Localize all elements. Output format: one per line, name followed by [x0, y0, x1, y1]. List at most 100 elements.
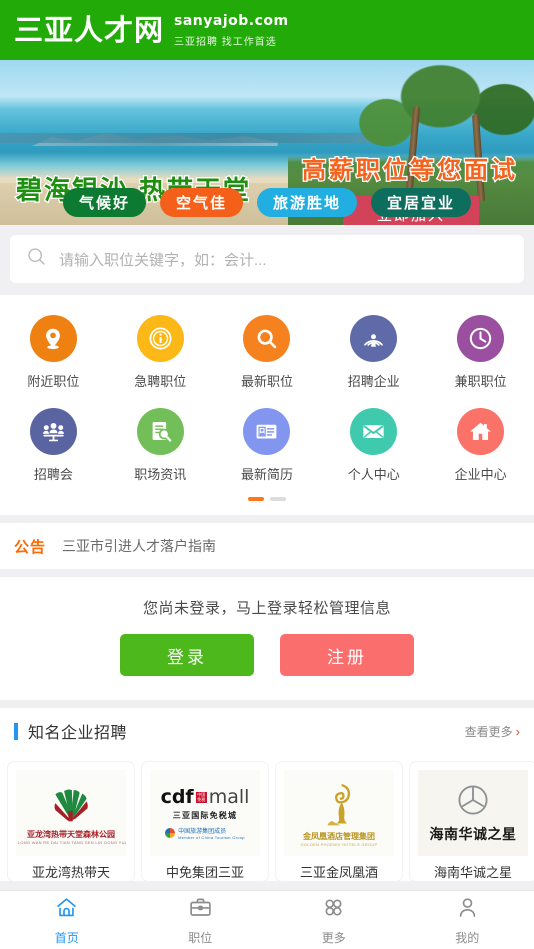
grid-item-label: 招聘企业 [347, 374, 400, 389]
search-section: 请输入职位关键字，如：会计... [0, 225, 534, 295]
pagination-dot-active[interactable] [248, 497, 264, 501]
briefcase-icon [188, 895, 213, 925]
grid-item-urgent-jobs[interactable]: 急聘职位 [107, 307, 214, 400]
cdf-mall-logo: cdf 中国 免税 mall [160, 786, 250, 808]
company-logo: cdf 中国 免税 mall 三亚国际免税城 中国旅游集团成员 Member of… [150, 770, 260, 856]
grid-item-newest-jobs[interactable]: 最新职位 [214, 307, 321, 400]
brand-name-cn: 三亚人才网 [14, 12, 165, 47]
brand-meta: sanyajob.com 三亚招聘 找工作首选 [174, 12, 289, 47]
section-accent-bar [14, 722, 18, 740]
grid-item-label: 个人中心 [347, 467, 400, 482]
person-icon [455, 895, 480, 925]
tab-label: 职位 [188, 930, 213, 945]
banner-headline-right: 高薪职位等您面试 [301, 155, 518, 186]
grid-item-nearby-jobs[interactable]: 附近职位 [0, 307, 107, 400]
banner-tag[interactable]: 旅游胜地 [257, 188, 358, 217]
home-icon [54, 895, 79, 925]
login-hint-text: 您尚未登录，马上登录轻松管理信息 [142, 600, 391, 617]
company-name: 中免集团三亚 [165, 865, 244, 880]
company-card[interactable]: cdf 中国 免税 mall 三亚国际免税城 中国旅游集团成员 Member of… [142, 762, 268, 881]
grid-item-parttime-jobs[interactable]: 兼职职位 [427, 307, 534, 400]
view-more-label: 查看更多 [464, 724, 513, 739]
mercedes-star-logo [458, 784, 488, 815]
company-name: 亚龙湾热带天 [31, 865, 110, 880]
login-panel: 您尚未登录，马上登录轻松管理信息 登录 注册 [0, 577, 534, 700]
info-circle-icon [136, 315, 184, 362]
people-group-icon [29, 408, 77, 455]
fan-leaf-logo [54, 788, 88, 821]
banner-tag-row: 气候好 空气佳 旅游胜地 宜居宜业 [0, 188, 534, 217]
grid-item-hiring-companies[interactable]: 招聘企业 [320, 307, 427, 400]
search-icon [26, 246, 47, 272]
search-box[interactable]: 请输入职位关键字，如：会计... [10, 235, 524, 283]
grid-item-label: 最新职位 [240, 374, 293, 389]
tab-jobs[interactable]: 职位 [134, 895, 268, 946]
hero-banner[interactable]: 碧海银沙 热带天堂 高薪职位等您面试 立即加入 气候好 空气佳 旅游胜地 宜居宜… [0, 60, 534, 225]
location-pin-icon [29, 315, 77, 362]
brand-tagline: 三亚招聘 找工作首选 [174, 36, 277, 48]
login-button[interactable]: 登录 [120, 634, 254, 676]
logo-subcaption: GOLDEN PHOENIX HOTELS GROUP [300, 841, 378, 847]
section-title: 知名企业招聘 [28, 725, 128, 742]
grid-item-label: 附近职位 [27, 374, 80, 389]
tab-mine[interactable]: 我的 [401, 895, 534, 946]
tab-label: 我的 [455, 930, 480, 945]
company-name: 海南华诚之星 [433, 865, 512, 880]
logo-subcaption: Member of China Tourism Group [178, 835, 245, 840]
ctg-flower-icon [165, 828, 176, 838]
grid-item-career-news[interactable]: 职场资讯 [107, 400, 214, 493]
announcement-text[interactable]: 三亚市引进人才落户指南 [62, 536, 216, 556]
app-header: 三亚人才网 sanyajob.com 三亚招聘 找工作首选 [0, 0, 534, 60]
grid-item-label: 最新简历 [240, 467, 293, 482]
quick-entry-grid: 附近职位 急聘职位 最新职位 招聘企业 兼职职位 招聘会 职场资讯 最新简历 个… [0, 295, 534, 515]
company-card[interactable]: 海南华诚之星 海南华诚之星 [410, 762, 534, 881]
logo-caption: 三亚国际免税城 [172, 811, 238, 820]
magnifier-icon [243, 315, 291, 362]
tab-label: 更多 [321, 930, 346, 945]
company-card[interactable]: 亚龙湾热带天堂森林公园 YA LONG WAN RE DAI TIAN TANG… [8, 762, 134, 881]
id-card-icon [243, 408, 291, 455]
banner-tag[interactable]: 空气佳 [159, 188, 243, 217]
pagination-dot[interactable] [270, 497, 286, 501]
house-icon [457, 408, 505, 455]
company-logo: 海南华诚之星 [418, 770, 528, 856]
grid-row-2: 招聘会 职场资讯 最新简历 个人中心 企业中心 [0, 400, 534, 493]
bottom-tab-bar: 首页 职位 更多 我的 [0, 890, 534, 949]
company-logo: 金凤凰酒店管理集团 GOLDEN PHOENIX HOTELS GROUP [284, 770, 394, 856]
grid-row-1: 附近职位 急聘职位 最新职位 招聘企业 兼职职位 [0, 307, 534, 400]
banner-tag[interactable]: 气候好 [62, 188, 146, 217]
tab-more[interactable]: 更多 [267, 895, 401, 946]
envelope-icon [350, 408, 398, 455]
ctg-badge: 中国旅游集团成员 Member of China Tourism Group [165, 826, 245, 840]
banner-tag[interactable]: 宜居宜业 [371, 188, 472, 217]
logo-subcaption: YA LONG WAN RE DAI TIAN TANG SEN LIN GON… [16, 839, 126, 845]
famous-companies-header: 知名企业招聘 查看更多 › [0, 708, 534, 754]
brand-domain: sanyajob.com [174, 13, 289, 30]
grid-pagination [0, 493, 534, 511]
announcement-badge: 公告 [14, 538, 47, 556]
grid-item-label: 急聘职位 [134, 374, 187, 389]
chevron-right-icon: › [515, 723, 520, 739]
logo-caption: 亚龙湾热带天堂森林公园 [27, 829, 115, 839]
grid-item-label: 招聘会 [33, 467, 73, 482]
grid-item-newest-resumes[interactable]: 最新简历 [214, 400, 321, 493]
logo-caption: 金凤凰酒店管理集团 [303, 831, 375, 841]
company-card-list[interactable]: 亚龙湾热带天堂森林公园 YA LONG WAN RE DAI TIAN TANG… [0, 754, 534, 881]
clock-icon [457, 315, 505, 362]
grid-item-personal-center[interactable]: 个人中心 [320, 400, 427, 493]
document-search-icon [136, 408, 184, 455]
grid-item-label: 企业中心 [454, 467, 507, 482]
announcement-bar[interactable]: 公告 三亚市引进人才落户指南 [0, 523, 534, 569]
broadcast-icon [350, 315, 398, 362]
company-card[interactable]: 金凤凰酒店管理集团 GOLDEN PHOENIX HOTELS GROUP 三亚… [276, 762, 402, 881]
company-name: 三亚金凤凰酒 [299, 865, 378, 880]
phoenix-logo [327, 783, 351, 825]
tab-home[interactable]: 首页 [0, 895, 134, 946]
view-more-link[interactable]: 查看更多 › [465, 723, 520, 740]
grid-item-company-center[interactable]: 企业中心 [427, 400, 534, 493]
grid-clover-icon [321, 895, 346, 925]
login-buttons: 登录 注册 [120, 634, 414, 676]
grid-item-job-fair[interactable]: 招聘会 [0, 400, 107, 493]
register-button[interactable]: 注册 [280, 634, 414, 676]
search-input-placeholder[interactable]: 请输入职位关键字，如：会计... [59, 249, 267, 270]
